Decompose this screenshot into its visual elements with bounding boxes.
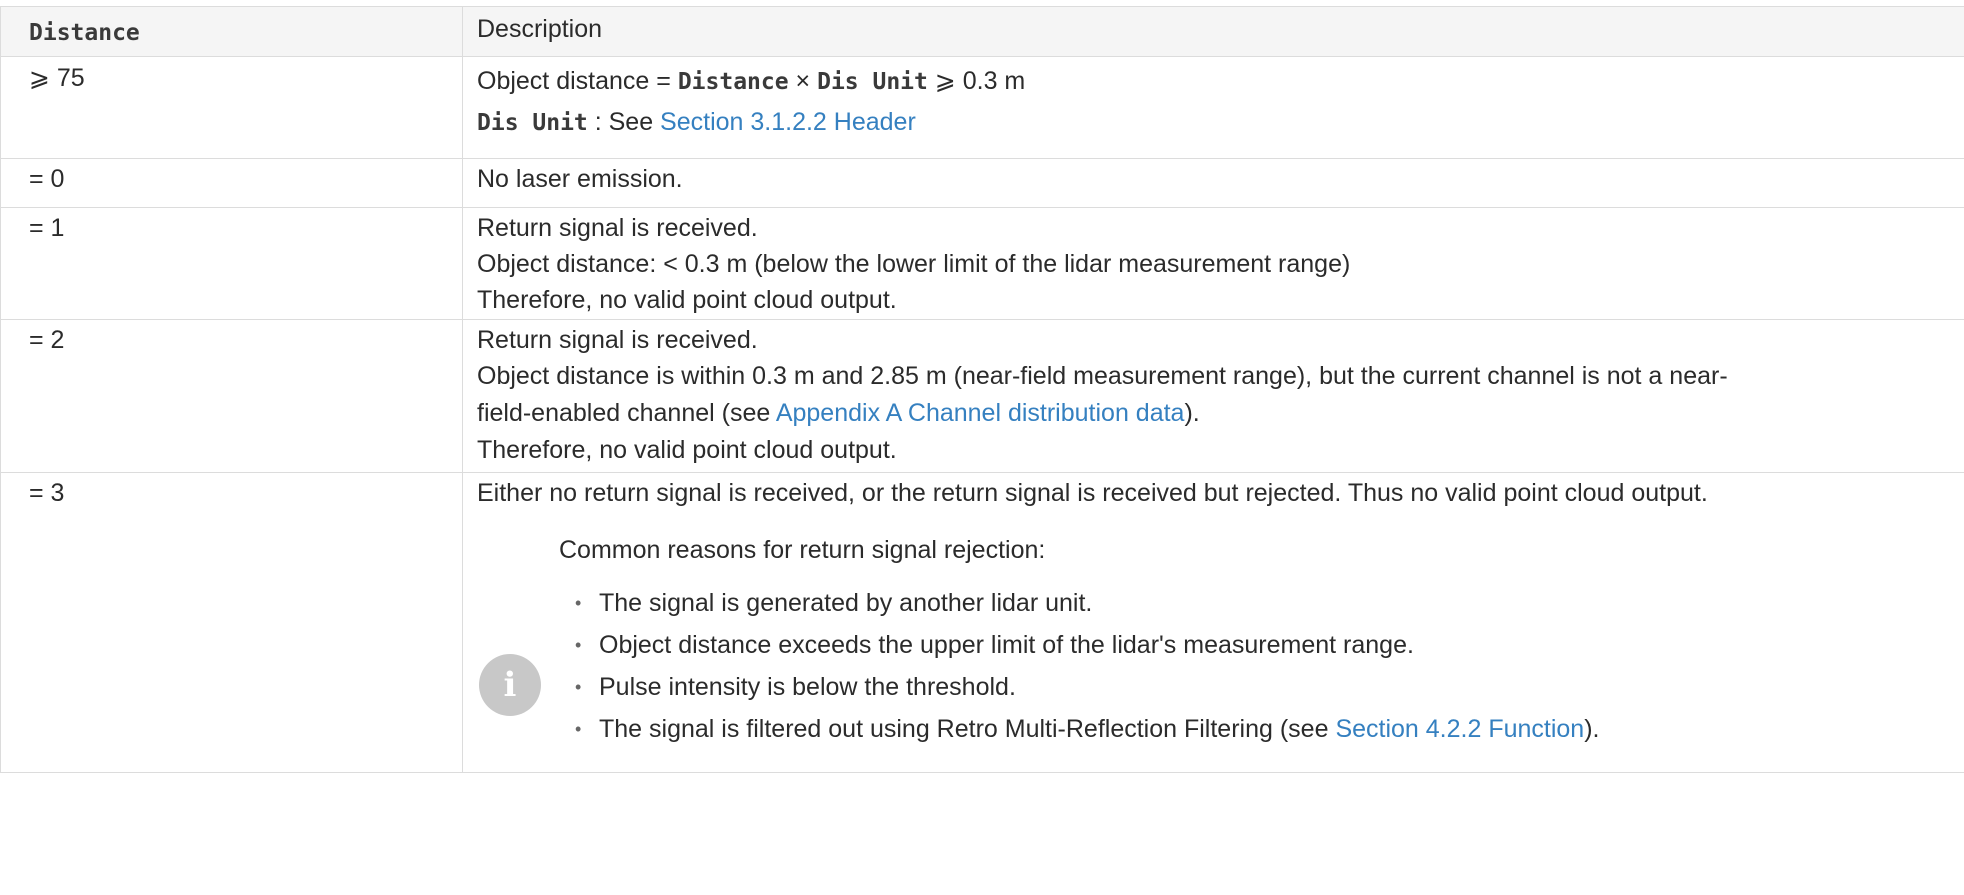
distance-cell: = 2 (0, 319, 463, 473)
formula-line: Object distance = Distance × Dis Unit ⩾ … (477, 67, 1026, 95)
distance-table: Distance Description ⩾ 75 Object distanc… (0, 6, 1964, 773)
list-item: The signal is filtered out using Retro M… (575, 708, 1954, 750)
description-cell: No laser emission. (462, 158, 1964, 208)
distance-cell: ⩾ 75 (0, 56, 463, 159)
section-function-link[interactable]: Section 4.2.2 Function (1335, 715, 1584, 743)
list-item: Pulse intensity is below the threshold. (575, 666, 1954, 708)
appendix-a-link[interactable]: Appendix A Channel distribution data (776, 399, 1185, 427)
dis-unit-line: Dis Unit : See Section 3.1.2.2 Header (477, 108, 916, 136)
reasons-list: The signal is generated by another lidar… (559, 582, 1954, 750)
table-row: ⩾ 75 Object distance = Distance × Dis Un… (0, 56, 1964, 159)
header-description: Description (462, 6, 1964, 57)
code-dis-unit: Dis Unit (477, 110, 588, 136)
section-header-link[interactable]: Section 3.1.2.2 Header (660, 108, 916, 136)
distance-cell: = 0 (0, 158, 463, 208)
header-row: Distance Description (0, 6, 1964, 57)
list-item: Object distance exceeds the upper limit … (575, 624, 1954, 666)
description-cell: Object distance = Distance × Dis Unit ⩾ … (462, 56, 1964, 159)
code-distance: Distance (677, 69, 789, 95)
table-row: = 1 Return signal is received. Object di… (0, 207, 1964, 320)
table-row: = 3 Either no return signal is received,… (0, 472, 1964, 773)
description-cell: Either no return signal is received, or … (462, 472, 1964, 773)
distance-cell: = 1 (0, 207, 463, 320)
note-title: Common reasons for return signal rejecti… (559, 536, 1046, 564)
description-cell: Return signal is received. Object distan… (462, 207, 1964, 320)
info-icon: i (479, 654, 541, 716)
distance-cell: = 3 (0, 472, 463, 773)
code-dis-unit: Dis Unit (817, 69, 928, 95)
list-item: The signal is generated by another lidar… (575, 582, 1954, 624)
table-row: = 0 No laser emission. (0, 158, 1964, 208)
table-row: = 2 Return signal is received. Object di… (0, 319, 1964, 473)
header-distance: Distance (0, 6, 463, 57)
info-note: i Common reasons for return signal rejec… (479, 530, 1954, 750)
description-cell: Return signal is received. Object distan… (462, 319, 1964, 473)
